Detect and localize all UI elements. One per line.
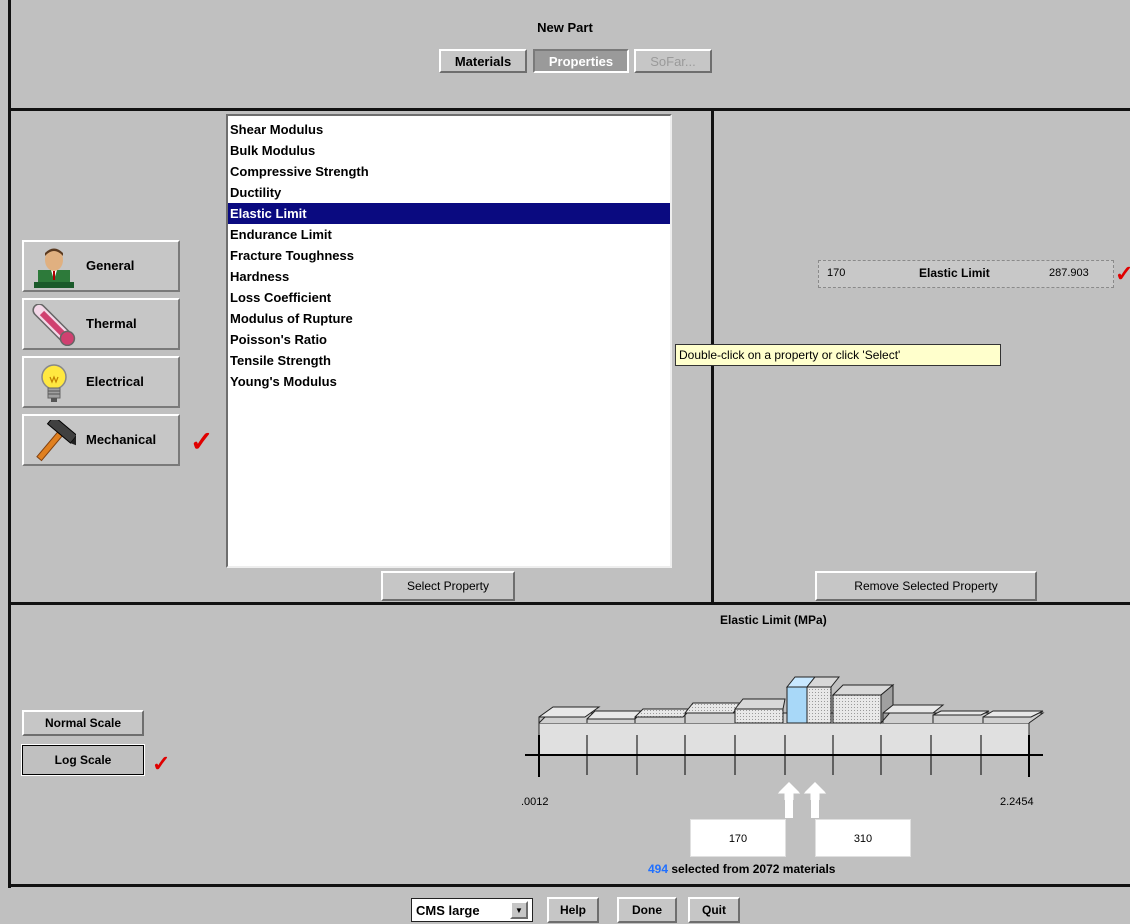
done-button[interactable]: Done	[617, 897, 677, 923]
selected-property-max: 287.903	[1049, 267, 1089, 279]
selection-count: 494 selected from 2072 materials	[648, 862, 835, 876]
axis-min-label: .0012	[521, 796, 549, 808]
selected-property-row[interactable]: 170 Elastic Limit 287.903	[818, 260, 1114, 288]
selection-count-number: 494	[648, 862, 669, 876]
database-select-value: CMS large	[416, 903, 480, 918]
lightbulb-icon	[41, 364, 67, 402]
window-border-left	[8, 0, 11, 888]
property-list-item[interactable]: Young's Modulus	[228, 371, 670, 392]
tab-properties[interactable]: Properties	[533, 49, 629, 73]
thermometer-icon	[32, 304, 76, 346]
property-list-item[interactable]: Compressive Strength	[228, 161, 670, 182]
property-list-item[interactable]: Fracture Toughness	[228, 245, 670, 266]
lower-value-field[interactable]: 170	[690, 819, 786, 857]
axis-max-label: 2.2454	[1000, 796, 1034, 808]
tab-sofar[interactable]: SoFar...	[634, 49, 712, 73]
selected-property-checkmark-icon: ✓	[1115, 261, 1130, 286]
category-thermal-label: Thermal	[86, 316, 137, 331]
property-list-item[interactable]: Loss Coefficient	[228, 287, 670, 308]
category-general-button[interactable]: General	[22, 240, 180, 292]
category-general-label: General	[86, 258, 135, 273]
mechanical-checkmark-icon: ✓	[190, 426, 214, 457]
top-divider	[8, 108, 1130, 111]
histogram-title: Elastic Limit (MPa)	[720, 613, 827, 627]
property-list-item[interactable]: Shear Modulus	[228, 119, 670, 140]
quit-button[interactable]: Quit	[688, 897, 740, 923]
property-list-item[interactable]: Tensile Strength	[228, 350, 670, 371]
property-list[interactable]: Shear Modulus Bulk Modulus Compressive Str…	[226, 114, 672, 568]
normal-scale-button[interactable]: Normal Scale	[22, 710, 144, 736]
bottom-divider	[8, 884, 1130, 887]
property-list-item[interactable]: Ductility	[228, 182, 670, 203]
person-icon	[34, 248, 74, 288]
tab-materials[interactable]: Materials	[439, 49, 527, 73]
category-electrical-button[interactable]: Electrical	[22, 356, 180, 408]
select-property-button[interactable]: Select Property	[381, 571, 515, 601]
log-scale-button[interactable]: Log Scale	[21, 744, 145, 776]
selection-count-text: selected from 2072 materials	[671, 862, 836, 876]
property-list-item[interactable]: Endurance Limit	[228, 224, 670, 245]
hammer-icon	[36, 420, 76, 462]
log-scale-checkmark-icon: ✓	[152, 751, 171, 776]
help-button[interactable]: Help	[547, 897, 599, 923]
category-mechanical-button[interactable]: Mechanical	[22, 414, 180, 466]
tooltip: Double-click on a property or click 'Sel…	[675, 344, 1001, 366]
property-list-item[interactable]: Poisson's Ratio	[228, 329, 670, 350]
middle-divider	[8, 602, 1130, 605]
category-thermal-button[interactable]: Thermal	[22, 298, 180, 350]
database-select[interactable]: CMS large ▼	[411, 898, 533, 922]
category-electrical-label: Electrical	[86, 374, 144, 389]
remove-selected-property-button[interactable]: Remove Selected Property	[815, 571, 1037, 601]
upper-value-field[interactable]: 310	[815, 819, 911, 857]
selected-property-min: 170	[827, 267, 846, 279]
property-list-item[interactable]: Hardness	[228, 266, 670, 287]
chevron-down-icon[interactable]: ▼	[510, 901, 528, 919]
property-list-item[interactable]: Modulus of Rupture	[228, 308, 670, 329]
property-list-item[interactable]: Elastic Limit	[228, 203, 670, 224]
window-title: New Part	[537, 20, 593, 35]
histogram-base	[538, 722, 1030, 756]
category-mechanical-label: Mechanical	[86, 432, 157, 447]
selected-property-name: Elastic Limit	[919, 266, 990, 280]
property-list-item[interactable]: Bulk Modulus	[228, 140, 670, 161]
range-arrows	[779, 782, 825, 818]
